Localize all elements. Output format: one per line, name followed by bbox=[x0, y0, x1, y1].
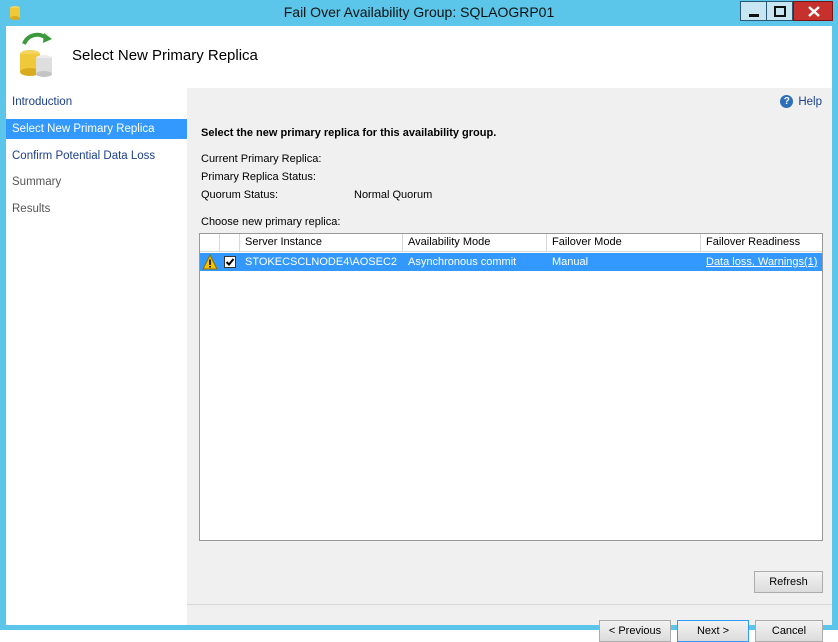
choose-replica-label: Choose new primary replica: bbox=[201, 216, 341, 228]
table-row[interactable]: STOKECSCLNODE4\AOSEC2 Asynchronous commi… bbox=[200, 253, 822, 271]
help-link[interactable]: ? Help bbox=[780, 95, 822, 108]
footer-divider bbox=[187, 604, 832, 605]
previous-button[interactable]: < Previous bbox=[599, 620, 671, 642]
instruction-text: Select the new primary replica for this … bbox=[201, 127, 497, 139]
column-header-availability-mode[interactable]: Availability Mode bbox=[403, 234, 547, 252]
warning-icon bbox=[202, 254, 218, 270]
maximize-icon bbox=[774, 6, 786, 17]
replica-select-checkbox[interactable] bbox=[224, 256, 236, 268]
replica-grid[interactable]: Server Instance Availability Mode Failov… bbox=[199, 233, 823, 541]
failover-readiness-link[interactable]: Data loss, Warnings(1) bbox=[701, 253, 822, 271]
column-header-failover-mode[interactable]: Failover Mode bbox=[547, 234, 701, 252]
nav-item-confirm-potential-data-loss[interactable]: Confirm Potential Data Loss bbox=[6, 146, 187, 166]
database-failover-icon bbox=[20, 32, 52, 77]
dialog-client: Select New Primary Replica Introduction … bbox=[6, 26, 832, 642]
minimize-icon bbox=[749, 14, 759, 17]
quorum-status-value: Normal Quorum bbox=[354, 189, 433, 201]
nav-item-select-new-primary-replica[interactable]: Select New Primary Replica bbox=[6, 119, 187, 139]
maximize-button[interactable] bbox=[766, 1, 793, 21]
help-icon: ? bbox=[780, 95, 794, 108]
page-title: Select New Primary Replica bbox=[72, 47, 258, 64]
dialog-window: Fail Over Availability Group: SQLAOGRP01… bbox=[0, 0, 838, 642]
quorum-status-label: Quorum Status: bbox=[201, 189, 279, 201]
minimize-button[interactable] bbox=[740, 1, 767, 21]
help-label: Help bbox=[798, 95, 822, 108]
cell-failover-mode: Manual bbox=[552, 256, 589, 268]
close-icon bbox=[808, 6, 820, 17]
cancel-button[interactable]: Cancel bbox=[755, 620, 823, 642]
primary-status-label: Primary Replica Status: bbox=[201, 171, 316, 183]
nav-item-introduction[interactable]: Introduction bbox=[6, 92, 187, 112]
window-title: Fail Over Availability Group: SQLAOGRP01 bbox=[283, 4, 555, 20]
column-header-server-instance[interactable]: Server Instance bbox=[240, 234, 403, 252]
wizard-navigation: Introduction Select New Primary Replica … bbox=[6, 88, 187, 625]
next-button[interactable]: Next > bbox=[677, 620, 749, 642]
column-header-failover-readiness[interactable]: Failover Readiness bbox=[701, 234, 822, 252]
cell-availability-mode: Asynchronous commit bbox=[408, 256, 517, 268]
grid-header-check-column bbox=[220, 234, 240, 252]
grid-header: Server Instance Availability Mode Failov… bbox=[200, 234, 822, 252]
grid-header-warning-column bbox=[200, 234, 220, 252]
cell-server-instance: STOKECSCLNODE4\AOSEC2 bbox=[245, 256, 398, 268]
title-bar[interactable]: Fail Over Availability Group: SQLAOGRP01 bbox=[0, 0, 838, 26]
nav-item-summary: Summary bbox=[12, 176, 62, 188]
current-primary-label: Current Primary Replica: bbox=[201, 153, 322, 165]
wizard-header: Select New Primary Replica bbox=[6, 26, 832, 86]
checkmark-icon bbox=[225, 258, 235, 266]
close-button[interactable] bbox=[793, 1, 833, 21]
nav-item-results: Results bbox=[12, 203, 51, 215]
wizard-content: ? Help Select the new primary replica fo… bbox=[187, 88, 832, 642]
refresh-button[interactable]: Refresh bbox=[754, 571, 823, 593]
